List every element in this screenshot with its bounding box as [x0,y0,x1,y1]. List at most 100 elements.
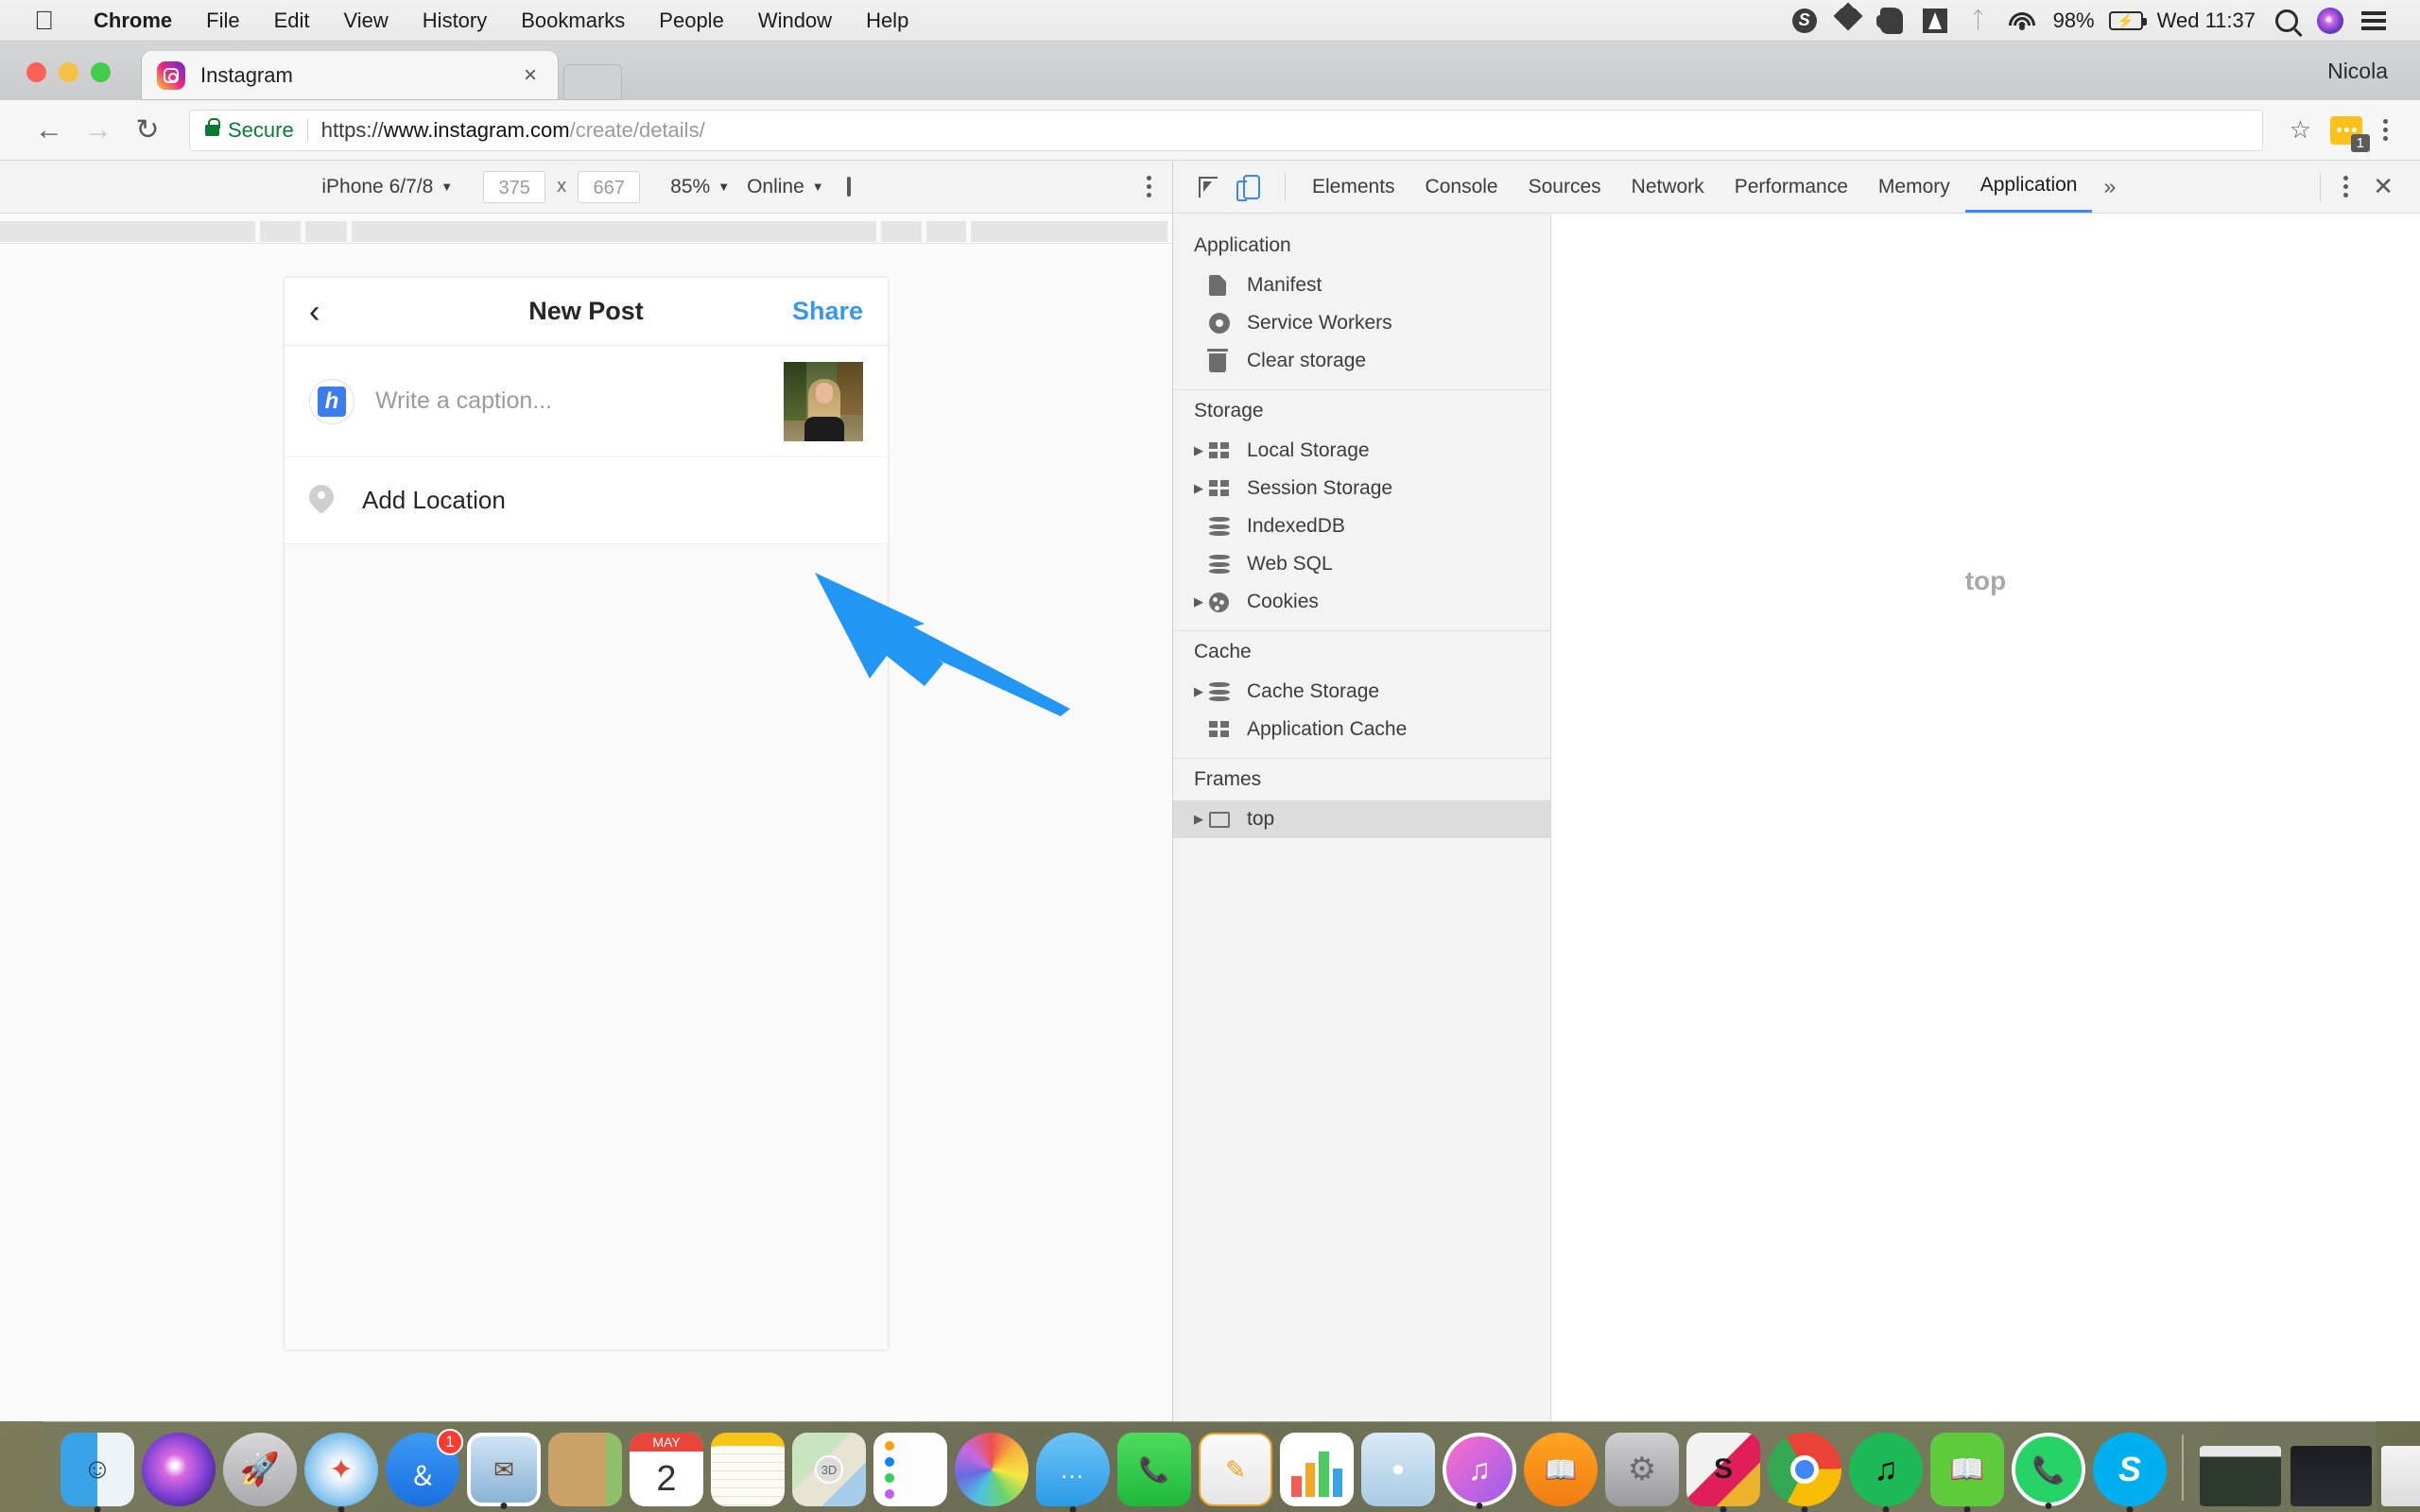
toggle-device-toolbar-icon[interactable] [1230,166,1273,208]
siri-icon[interactable] [2308,0,2352,42]
minimize-window-button[interactable] [59,62,78,82]
sidebar-item-application-cache[interactable]: ▶ Application Cache [1173,711,1550,748]
menu-item-edit[interactable]: Edit [257,9,327,33]
dock-item-skype[interactable]: S [2093,1433,2167,1512]
menu-item-view[interactable]: View [327,9,406,33]
new-tab-button[interactable] [563,64,622,100]
battery-icon[interactable]: ⚡ [2104,0,2148,42]
menu-item-chrome[interactable]: Chrome [77,9,189,33]
dock-item-pages[interactable]: ✎ [1199,1433,1272,1506]
close-window-button[interactable] [26,62,46,82]
tab-memory[interactable]: Memory [1863,161,1965,213]
devtools-menu-icon[interactable] [2332,176,2360,198]
dock-item-ibooks[interactable]: 📖 [1524,1433,1598,1506]
browser-tab-instagram[interactable]: Instagram × [142,51,558,100]
dock-item-itunes[interactable]: ♫ [1443,1433,1516,1509]
dock-item-notes[interactable] [711,1433,785,1506]
minimized-window-terminal[interactable] [2290,1446,2372,1506]
bluetooth-icon[interactable]: ᛏ [1957,0,2000,42]
forward-button[interactable]: → [74,106,123,155]
dock-item-contacts[interactable] [548,1433,622,1506]
address-bar[interactable]: Secure https://www.instagram.com/create/… [189,109,2263,151]
skype-icon[interactable]: S [1783,0,1826,42]
sidebar-item-service-workers[interactable]: ▶ Service Workers [1173,304,1550,342]
menu-item-bookmarks[interactable]: Bookmarks [504,9,642,33]
dropbox-icon[interactable] [1826,0,1870,42]
browser-extension-icon[interactable]: 1 [2330,115,2370,152]
tab-application[interactable]: Application [1964,161,2093,213]
wifi-icon[interactable] [2000,0,2044,42]
expand-triangle-icon[interactable]: ▶ [1194,481,1209,496]
notification-center-icon[interactable] [2352,0,2395,42]
rotate-device-icon[interactable] [846,176,851,197]
expand-triangle-icon[interactable]: ▶ [1194,812,1209,827]
menu-item-window[interactable]: Window [741,9,849,33]
dock-item-spotify[interactable]: ♫ [1849,1433,1923,1512]
sidebar-item-web-sql[interactable]: ▶ Web SQL [1173,545,1550,583]
throttling-selector[interactable]: Online ▼ [747,176,824,198]
chrome-menu-icon[interactable] [2376,119,2395,141]
dock-item-keynote[interactable]: ● [1361,1433,1435,1506]
sidebar-item-cache-storage[interactable]: ▶ Cache Storage [1173,673,1550,711]
dock-item-chrome[interactable] [1768,1433,1841,1512]
apple-logo-icon[interactable]:  [34,7,54,34]
sidebar-item-top-frame[interactable]: ▶ top [1173,800,1550,838]
tab-console[interactable]: Console [1410,161,1513,213]
dock-item-system-preferences[interactable]: ⚙ [1605,1433,1679,1506]
minimized-window-document[interactable] [2381,1446,2420,1506]
menu-item-people[interactable]: People [642,9,741,33]
dock-item-calendar[interactable]: MAY 2 [630,1433,703,1506]
menu-item-help[interactable]: Help [849,9,925,33]
sidebar-item-indexeddb[interactable]: ▶ IndexedDB [1173,507,1550,545]
device-width-input[interactable]: 375 [483,170,546,203]
sidebar-item-session-storage[interactable]: ▶ Session Storage [1173,470,1550,507]
dock-item-siri[interactable] [142,1433,216,1506]
dock-item-maps[interactable]: 3D [792,1433,866,1506]
dock-item-facetime[interactable]: 📞 [1117,1433,1191,1506]
add-location-row[interactable]: Add Location [285,457,888,544]
evernote-icon[interactable] [1870,0,1913,42]
chrome-profile-name[interactable]: Nicola [2327,59,2388,84]
back-button[interactable]: ← [25,106,74,155]
expand-triangle-icon[interactable]: ▶ [1194,594,1209,610]
zoom-selector[interactable]: 85% ▼ [670,176,730,198]
back-chevron-icon[interactable]: ‹ [309,296,320,328]
tab-network[interactable]: Network [1616,161,1720,213]
sidebar-item-local-storage[interactable]: ▶ Local Storage [1173,432,1550,470]
share-button[interactable]: Share [792,297,863,326]
spotlight-search-icon[interactable] [2265,0,2308,42]
close-tab-icon[interactable]: × [518,62,543,89]
dock-item-numbers[interactable] [1280,1433,1354,1506]
dock-item-messages[interactable]: … [1036,1433,1110,1512]
menu-item-file[interactable]: File [189,9,256,33]
device-toolbar-menu-icon[interactable] [1147,176,1151,198]
dock-item-reminders[interactable] [873,1433,947,1506]
reload-button[interactable]: ↻ [123,106,172,155]
dock-item-mail[interactable]: ✉ [467,1433,541,1509]
dock-item-finder[interactable]: ☺ [60,1433,134,1512]
minimized-window-call-recorder[interactable] [2200,1446,2281,1506]
expand-triangle-icon[interactable]: ▶ [1194,684,1209,699]
dock-item-launchpad[interactable]: 🚀 [223,1433,297,1506]
device-height-input[interactable]: 667 [578,170,641,203]
dock-item-app-store[interactable]: ﹠ 1 [386,1429,463,1506]
dock-item-whatsapp[interactable]: 📞 [2012,1433,2085,1509]
more-tabs-icon[interactable]: » [2092,174,2127,199]
sidebar-item-clear-storage[interactable]: ▶ Clear storage [1173,342,1550,380]
maximize-window-button[interactable] [91,62,111,82]
sidebar-item-cookies[interactable]: ▶ Cookies [1173,583,1550,621]
dock-item-slack[interactable]: S [1686,1433,1760,1512]
tab-performance[interactable]: Performance [1720,161,1863,213]
inspect-element-icon[interactable] [1186,166,1230,208]
device-selector[interactable]: iPhone 6/7/8 ▼ [321,176,453,198]
post-photo-thumbnail[interactable] [784,361,863,441]
tab-sources[interactable]: Sources [1513,161,1616,213]
tab-elements[interactable]: Elements [1297,161,1410,213]
bookmark-star-icon[interactable]: ☆ [2280,115,2321,145]
caption-input[interactable]: Write a caption... [375,387,784,415]
menu-bar-clock[interactable]: Wed 11:37 [2148,9,2265,33]
dock-item-evernote[interactable]: 📖 [1930,1433,2004,1512]
dock-item-photos[interactable] [955,1433,1028,1506]
expand-triangle-icon[interactable]: ▶ [1194,443,1209,458]
google-drive-icon[interactable] [1913,0,1957,42]
